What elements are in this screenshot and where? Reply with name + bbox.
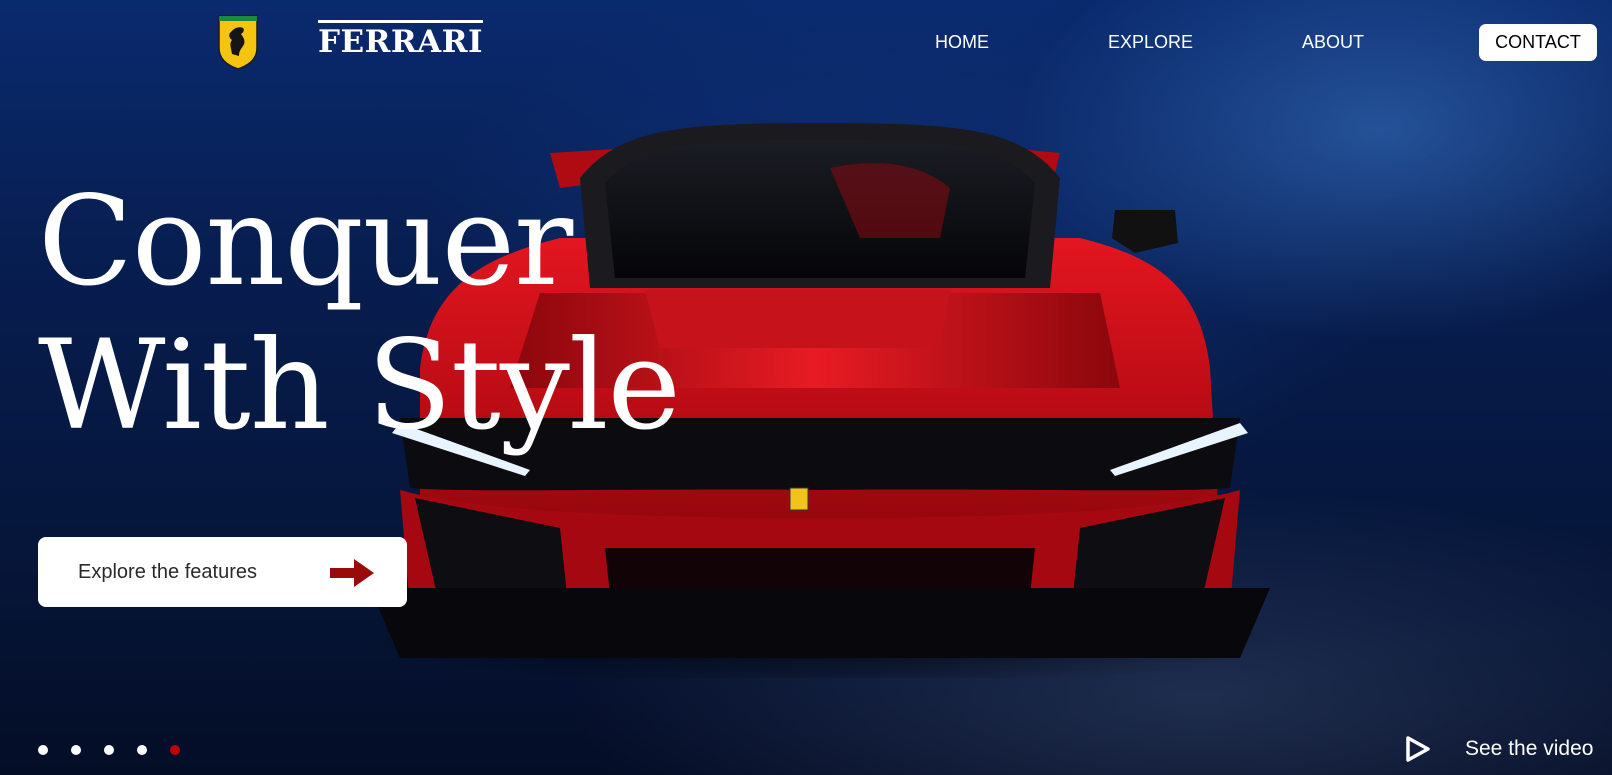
headline-line-1: Conquer	[38, 170, 573, 314]
nav-about-link[interactable]: ABOUT	[1302, 32, 1364, 53]
nav-explore-link[interactable]: EXPLORE	[1108, 32, 1193, 53]
carousel-dot-2[interactable]	[71, 745, 81, 755]
hero-headline: Conquer With Style	[38, 170, 681, 458]
contact-button[interactable]: CONTACT	[1479, 24, 1597, 61]
carousel-dot-5[interactable]	[170, 745, 180, 755]
carousel-indicators	[38, 745, 180, 755]
explore-features-button[interactable]: Explore the features	[38, 537, 407, 607]
top-navigation: FERRARI HOME EXPLORE ABOUT CONTACT	[0, 0, 1612, 90]
ferrari-shield-logo[interactable]	[217, 14, 259, 70]
explore-features-label: Explore the features	[78, 560, 257, 583]
carousel-dot-3[interactable]	[104, 745, 114, 755]
carousel-dot-1[interactable]	[38, 745, 48, 755]
arrow-right-icon	[330, 559, 374, 587]
see-video-button[interactable]: See the video	[1405, 735, 1593, 763]
play-icon	[1406, 736, 1430, 762]
nav-home-link[interactable]: HOME	[935, 32, 989, 53]
carousel-dot-4[interactable]	[137, 745, 147, 755]
headline-line-2: With Style	[38, 314, 681, 458]
see-video-label: See the video	[1465, 737, 1594, 760]
brand-wordmark[interactable]: FERRARI	[318, 20, 483, 59]
